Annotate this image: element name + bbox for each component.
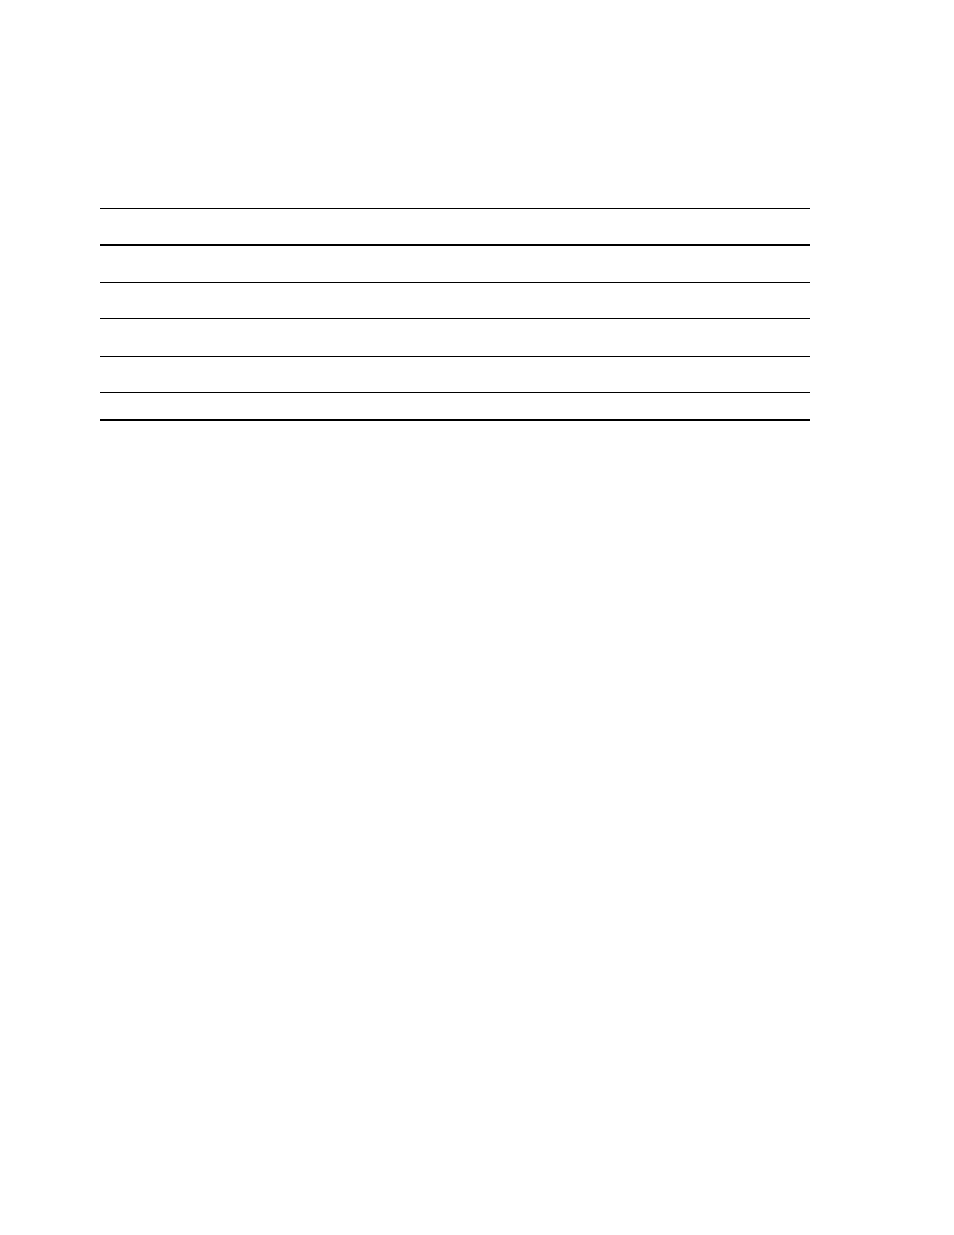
table-rule-2 (100, 282, 810, 283)
table-rule-6 (100, 419, 810, 421)
table-rule-1 (100, 244, 810, 246)
table-rule-0 (100, 208, 810, 209)
table-rule-3 (100, 318, 810, 319)
table-rule-4 (100, 356, 810, 357)
table-rule-5 (100, 392, 810, 393)
